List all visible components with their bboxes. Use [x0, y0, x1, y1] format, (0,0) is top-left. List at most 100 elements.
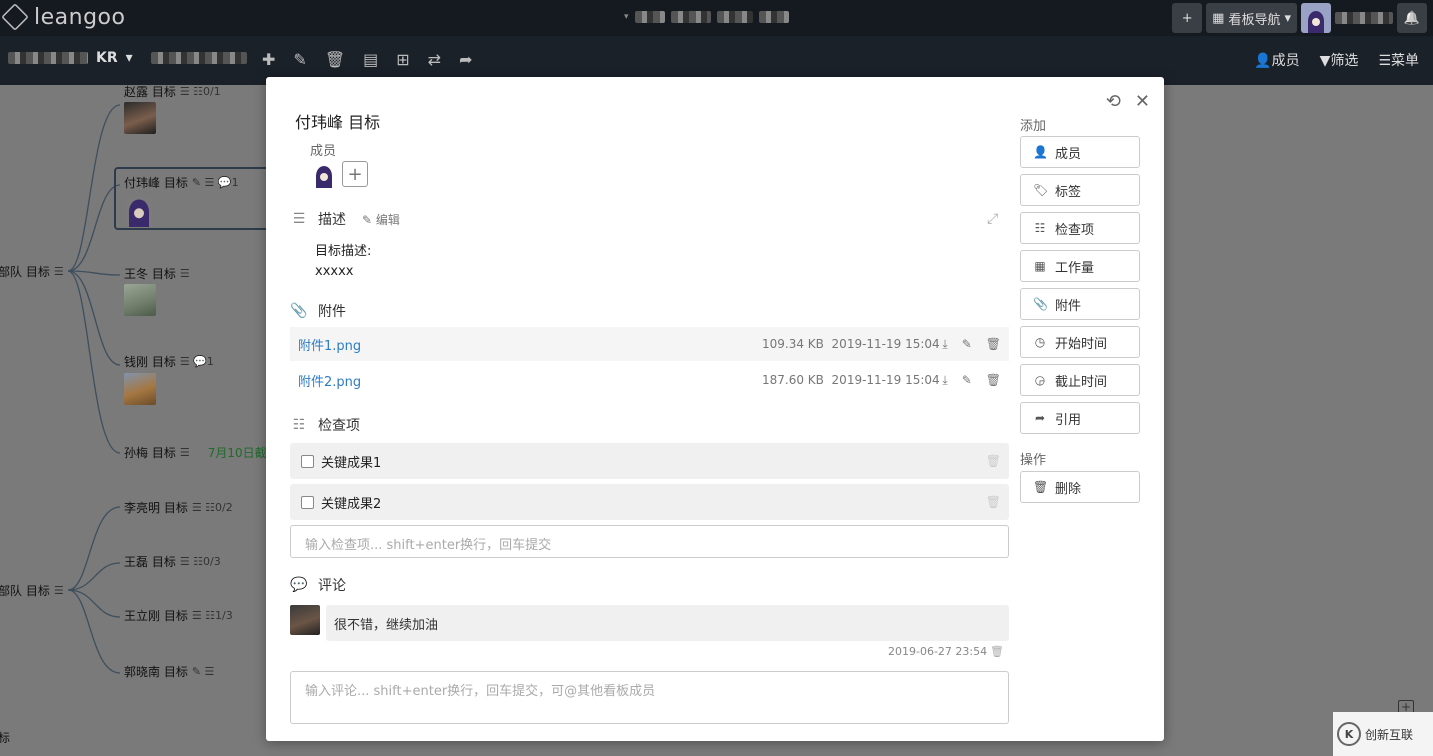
checklist-item: 关键成果1 🗑	[290, 443, 1009, 479]
expand-icon[interactable]: ⤢	[987, 211, 998, 227]
download-icon[interactable]: ⤓	[942, 337, 947, 352]
button-label: 开始时间	[1055, 336, 1108, 352]
node-meta: ☰	[179, 267, 190, 280]
add-member-button[interactable]: +	[342, 161, 368, 187]
username-blurred[interactable]	[1335, 3, 1393, 33]
add-workload-button[interactable]: ▦ 工作量	[1020, 250, 1140, 282]
button-label: 附件	[1055, 298, 1082, 314]
attachment-date: 2019-11-19 15:04	[831, 337, 940, 351]
add-node-icon[interactable]: ✚	[262, 50, 275, 69]
attachment-actions: ⤓ ✎ 🗑	[942, 373, 1001, 388]
checklist-item-label[interactable]: 关键成果1	[321, 452, 381, 471]
edit-icon[interactable]: ✎	[293, 50, 306, 69]
hooded-avatar-icon	[1308, 11, 1324, 33]
download-icon[interactable]: ⤓	[942, 373, 947, 388]
trash-icon[interactable]: 🗑	[325, 50, 345, 69]
mindmap-parent-node[interactable]: 部队 目标 ☰	[0, 263, 64, 280]
pencil-icon[interactable]: ✎	[962, 373, 972, 388]
edit-description-link[interactable]: ✎ 编辑	[362, 211, 400, 228]
checkbox[interactable]	[301, 454, 314, 468]
plus-icon: +	[1181, 10, 1193, 26]
filter-link[interactable]: ▼筛选	[1320, 50, 1359, 70]
mindmap-node[interactable]: 王立刚 目标 ☰ ☷1/3	[124, 607, 233, 624]
share-icon[interactable]: ➦	[459, 50, 472, 69]
checklist-item-label[interactable]: 关键成果2	[321, 493, 381, 512]
attachments-header: 📎 附件	[290, 301, 346, 321]
add-tag-button[interactable]: 🏷 标签	[1020, 174, 1140, 206]
mindmap-node[interactable]: 郭晓南 目标 ✎ ☰	[124, 663, 214, 680]
menu-link[interactable]: ☰菜单	[1378, 50, 1419, 70]
node-meta: ☰ ☷0/3	[179, 555, 221, 568]
attachment-link[interactable]: 附件1.png	[298, 335, 361, 354]
comment-bubble: 很不错，继续加油	[326, 605, 1009, 641]
close-icon[interactable]: ✕	[1135, 91, 1150, 112]
board-name-blurred[interactable]: ▾	[624, 11, 789, 23]
watermark: K 创新互联	[1333, 712, 1433, 756]
checkbox[interactable]	[301, 495, 314, 509]
members-label: 成员	[1271, 53, 1300, 69]
node-label: 王立刚 目标	[124, 609, 188, 623]
notifications-button[interactable]: 🔔	[1397, 3, 1427, 33]
attachments-heading: 附件	[318, 304, 346, 320]
pencil-icon[interactable]: ✎	[962, 337, 972, 352]
history-icon[interactable]: ⟲	[1106, 91, 1121, 112]
mindmap-parent-node[interactable]: 标	[0, 729, 10, 746]
comment-input[interactable]: 输入评论... shift+enter换行，回车提交，可@其他看板成员	[290, 671, 1009, 724]
node-meta: ☰ ☷0/1	[179, 85, 221, 98]
members-link[interactable]: 👤成员	[1254, 50, 1299, 70]
board-title: KR	[96, 50, 118, 66]
share-icon: ➦	[1034, 411, 1046, 425]
mindmap-node[interactable]: 赵露 目标 ☰ ☷0/1	[124, 85, 221, 100]
node-label: 标	[0, 731, 11, 745]
watermark-logo-icon: K	[1337, 722, 1361, 746]
checklist-input-placeholder: 输入检查项... shift+enter换行，回车提交	[305, 538, 552, 553]
trash-icon[interactable]: 🗑	[986, 373, 1001, 388]
trash-icon[interactable]: 🗑	[986, 454, 1001, 468]
structure-icon[interactable]: ⊞	[396, 50, 409, 69]
board-nav-button[interactable]: ▦ 看板导航 ▾	[1206, 3, 1297, 33]
paperclip-icon: 📎	[1033, 297, 1048, 311]
checklist-input[interactable]: 输入检查项... shift+enter换行，回车提交	[290, 525, 1009, 558]
add-member-sidebar-button[interactable]: 👤 成员	[1020, 136, 1140, 168]
trash-icon[interactable]: 🗑	[990, 645, 1004, 658]
mindmap-node[interactable]: 王磊 目标 ☰ ☷0/3	[124, 553, 221, 570]
card-title[interactable]: 付玮峰 目标	[295, 109, 380, 133]
member-avatar[interactable]	[313, 164, 335, 188]
add-checklist-button[interactable]: ☷ 检查项	[1020, 212, 1140, 244]
user-icon: 👤	[1254, 53, 1272, 69]
blurred-text	[634, 11, 665, 23]
paperclip-icon: 📎	[290, 303, 308, 319]
swap-icon[interactable]: ⇄	[428, 50, 441, 69]
add-button[interactable]: +	[1172, 3, 1203, 33]
description-heading: 描述	[318, 212, 346, 228]
filter-icon: ▼	[1319, 53, 1331, 69]
app-logo[interactable]: leangoo	[1, 3, 125, 31]
modal-header-actions: ⟲ ✕	[1106, 91, 1150, 112]
comment-icon: 💬	[290, 577, 308, 593]
user-avatar[interactable]	[1301, 3, 1331, 33]
button-label: 删除	[1055, 481, 1082, 497]
card-icon[interactable]: ▤	[363, 50, 378, 69]
mindmap-parent-node[interactable]: 部队 目标 ☰	[0, 582, 64, 599]
start-time-button[interactable]: ◷ 开始时间	[1020, 326, 1140, 358]
reference-button[interactable]: ➦ 引用	[1020, 402, 1140, 434]
clock-icon: ◶	[1034, 373, 1046, 387]
mindmap-node[interactable]: 王冬 目标 ☰	[124, 265, 190, 282]
add-attachment-button[interactable]: 📎 附件	[1020, 288, 1140, 320]
mindmap-node[interactable]: 李亮明 目标 ☰ ☷0/2	[124, 499, 233, 516]
attachment-link[interactable]: 附件2.png	[298, 371, 361, 390]
node-avatar	[124, 102, 156, 134]
mindmap-node[interactable]: 孙梅 目标 ☰ 7月10日截	[124, 444, 267, 461]
board-title-dropdown[interactable]: KR ▾	[8, 50, 247, 66]
node-meta: ✎ ☰	[191, 665, 215, 678]
node-avatar	[124, 373, 156, 405]
due-time-button[interactable]: ◶ 截止时间	[1020, 364, 1140, 396]
mindmap-node[interactable]: 付玮峰 目标 ✎ ☰ 💬1	[124, 174, 239, 191]
node-meta: ☰ ☷1/3	[191, 609, 233, 622]
trash-icon[interactable]: 🗑	[986, 337, 1001, 352]
delete-button[interactable]: 🗑 删除	[1020, 471, 1140, 503]
trash-icon[interactable]: 🗑	[986, 495, 1001, 509]
grid-icon: ▦	[1212, 10, 1225, 26]
comments-header: 💬 评论	[290, 575, 346, 595]
mindmap-node[interactable]: 钱刚 目标 ☰ 💬1	[124, 353, 214, 370]
